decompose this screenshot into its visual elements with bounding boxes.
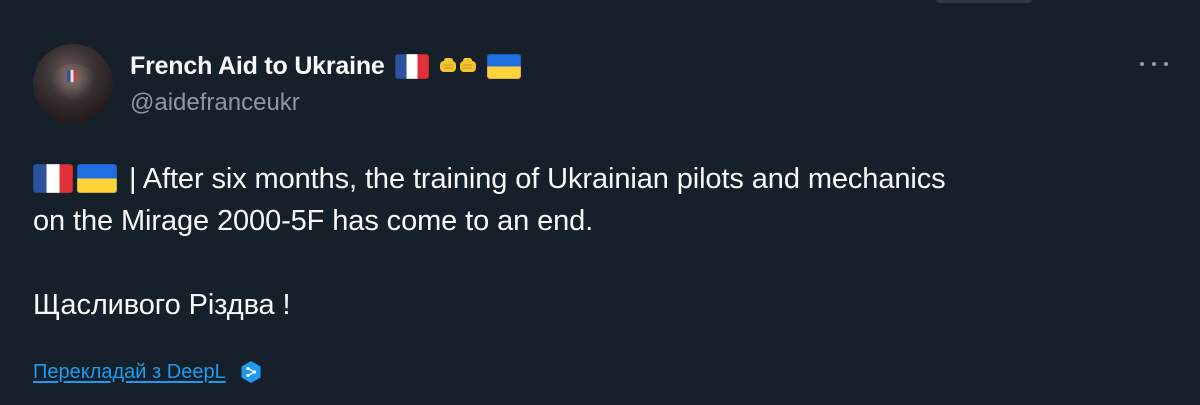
flag-ukraine-icon xyxy=(77,164,117,193)
translate-with-deepl-link[interactable]: Перекладай з DeepL xyxy=(33,361,226,384)
tweet-line-2: on the Mirage 2000-5F has come to an end… xyxy=(33,205,594,237)
author-handle[interactable]: @aidefranceukr xyxy=(130,89,300,117)
deepl-icon xyxy=(240,360,262,384)
tweet-line-1: | After six months, the training of Ukra… xyxy=(33,158,1173,200)
tweet-line-3: Щасливого Різдва ! xyxy=(33,289,291,321)
tweet-text: | After six months, the training of Ukra… xyxy=(33,158,1173,326)
more-options-icon[interactable] xyxy=(1140,54,1168,74)
translate-row: Перекладай з DeepL xyxy=(33,358,262,386)
avatar[interactable] xyxy=(33,44,113,124)
author-display-name[interactable]: French Aid to Ukraine xyxy=(130,52,385,81)
fist-bump-icon xyxy=(439,55,477,77)
flag-france-icon xyxy=(394,53,429,79)
flag-france-icon xyxy=(33,164,73,193)
avatar-flag-mark xyxy=(67,70,77,82)
flag-ukraine-icon xyxy=(486,53,521,79)
tweet-card: French Aid to Ukraine @aidefranceukr | A… xyxy=(0,0,1200,405)
author-name-row: French Aid to Ukraine xyxy=(130,48,521,84)
tweet-line-1-text: | After six months, the training of Ukra… xyxy=(128,163,946,195)
